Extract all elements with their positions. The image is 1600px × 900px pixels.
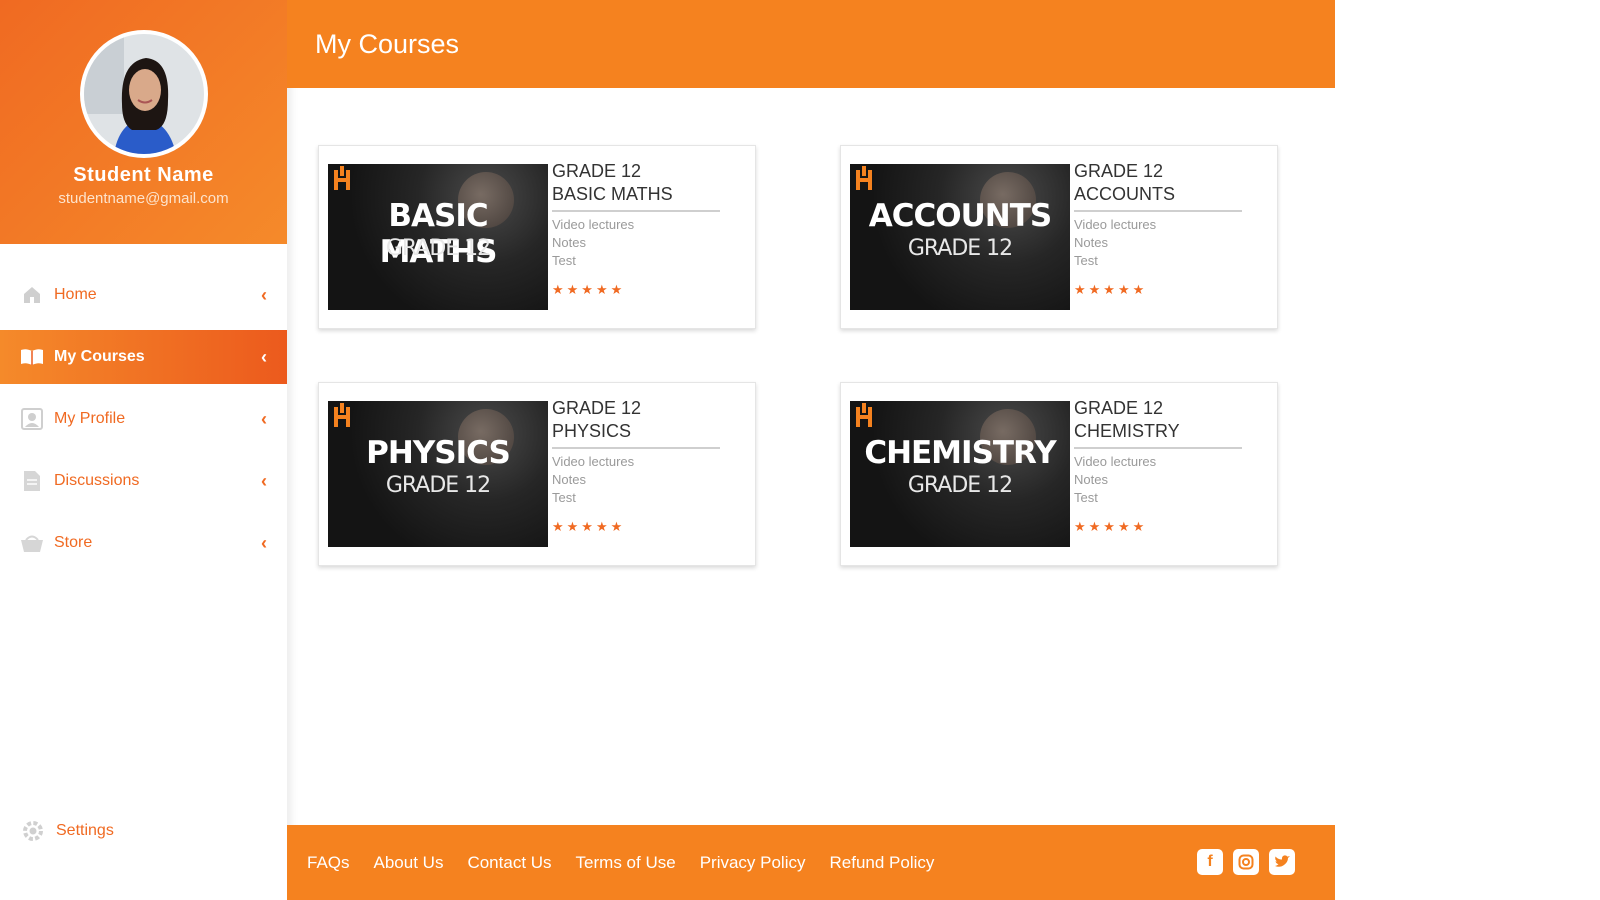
thumbnail-title: ACCOUNTS [868,198,1052,234]
course-feature: Test [1074,253,1098,268]
facebook-icon[interactable]: f [1197,849,1223,875]
thumbnail-title: CHEMISTRY [864,435,1056,471]
course-feature: Video lectures [1074,454,1157,469]
course-info: GRADE 12 ACCOUNTS Video lectures Notes T… [1074,160,1242,298]
course-feature: Test [552,490,576,505]
course-card-accounts[interactable]: ACCOUNTS GRADE 12 GRADE 12 ACCOUNTS Vide… [840,145,1278,329]
course-feature: Notes [1074,472,1108,487]
sidebar-item-my-courses[interactable]: My Courses ‹ [0,330,287,384]
footer-links: FAQs About Us Contact Us Terms of Use Pr… [307,853,958,873]
document-icon [20,470,44,492]
home-icon [20,284,44,306]
star-rating: ★★★★★ [552,519,626,534]
course-thumbnail[interactable]: PHYSICS GRADE 12 [328,401,548,547]
sidebar-item-label: My Courses [54,348,145,365]
chevron-left-icon: ‹ [261,470,267,491]
thumbnail-grade: GRADE 12 [907,236,1013,261]
sidebar-item-my-profile[interactable]: My Profile ‹ [0,392,287,446]
gear-icon [20,818,46,844]
course-info: GRADE 12 PHYSICS Video lectures Notes Te… [552,397,720,535]
divider [1074,210,1242,212]
course-feature: Video lectures [1074,217,1157,232]
course-thumbnail[interactable]: CHEMISTRY GRADE 12 [850,401,1070,547]
social-links: f [1187,849,1295,875]
student-name: Student Name [73,164,214,186]
sidebar-item-store[interactable]: Store ‹ [0,516,287,570]
sidebar-item-label: My Profile [54,410,126,427]
sidebar-item-label: Discussions [54,472,140,489]
twitter-icon[interactable] [1269,849,1295,875]
star-rating: ★★★★★ [1074,519,1148,534]
basket-icon [20,532,44,554]
sidebar-item-label: Home [54,286,97,303]
course-card-basic-maths[interactable]: BASIC MATHS GRADE 12 GRADE 12 BASIC MATH… [318,145,756,329]
brand-logo-icon [334,166,350,190]
book-icon [20,346,44,368]
settings-link[interactable]: Settings [20,818,114,844]
course-thumbnail[interactable]: ACCOUNTS GRADE 12 [850,164,1070,310]
avatar-photo [83,34,204,154]
course-info: GRADE 12 BASIC MATHS Video lectures Note… [552,160,720,298]
chevron-left-icon: ‹ [261,408,267,429]
course-name[interactable]: BASIC MATHS [552,183,720,206]
course-grade: GRADE 12 [552,398,642,418]
footer-link-refund-policy[interactable]: Refund Policy [830,853,935,873]
star-rating: ★★★★★ [552,282,626,297]
course-grade: GRADE 12 [1074,161,1164,181]
divider [552,210,720,212]
course-name[interactable]: ACCOUNTS [1074,183,1242,206]
course-card-chemistry[interactable]: CHEMISTRY GRADE 12 GRADE 12 CHEMISTRY Vi… [840,382,1278,566]
course-feature: Video lectures [552,217,635,232]
brand-logo-icon [334,403,350,427]
star-rating: ★★★★★ [1074,282,1148,297]
footer-link-faqs[interactable]: FAQs [307,853,350,873]
sidebar-item-discussions[interactable]: Discussions ‹ [0,454,287,508]
sidebar-nav: Home ‹ My Courses ‹ My Profile ‹ Discuss… [0,268,287,570]
course-card-physics[interactable]: PHYSICS GRADE 12 GRADE 12 PHYSICS Video … [318,382,756,566]
thumbnail-grade: GRADE 12 [385,236,491,261]
thumbnail-grade: GRADE 12 [385,473,491,498]
profile-panel: Student Name studentname@gmail.com [0,0,287,244]
sidebar: Student Name studentname@gmail.com Home … [0,0,287,900]
footer-link-terms-of-use[interactable]: Terms of Use [576,853,676,873]
sidebar-item-home[interactable]: Home ‹ [0,268,287,322]
footer-link-about-us[interactable]: About Us [374,853,444,873]
course-name[interactable]: CHEMISTRY [1074,420,1242,443]
courses-grid: BASIC MATHS GRADE 12 GRADE 12 BASIC MATH… [287,88,1335,825]
course-grade: GRADE 12 [552,161,642,181]
divider [1074,447,1242,449]
instagram-icon[interactable] [1233,849,1259,875]
page-footer: FAQs About Us Contact Us Terms of Use Pr… [287,825,1335,900]
course-thumbnail[interactable]: BASIC MATHS GRADE 12 [328,164,548,310]
course-feature: Video lectures [552,454,635,469]
settings-label: Settings [56,822,114,839]
chevron-left-icon: ‹ [261,346,267,367]
avatar[interactable] [79,30,208,158]
brand-logo-icon [856,166,872,190]
course-feature: Notes [552,472,586,487]
course-info: GRADE 12 CHEMISTRY Video lectures Notes … [1074,397,1242,535]
brand-logo-icon [856,403,872,427]
course-feature: Notes [1074,235,1108,250]
course-name[interactable]: PHYSICS [552,420,720,443]
course-feature: Notes [552,235,586,250]
profile-icon [20,408,44,430]
footer-link-privacy-policy[interactable]: Privacy Policy [700,853,806,873]
student-email: studentname@gmail.com [58,190,229,207]
divider [552,447,720,449]
chevron-left-icon: ‹ [261,284,267,305]
thumbnail-title: PHYSICS [366,435,511,471]
course-feature: Test [552,253,576,268]
course-feature: Test [1074,490,1098,505]
thumbnail-grade: GRADE 12 [907,473,1013,498]
course-grade: GRADE 12 [1074,398,1164,418]
sidebar-item-label: Store [54,534,93,551]
page-header: My Courses [287,0,1335,88]
page-title: My Courses [315,28,460,59]
chevron-left-icon: ‹ [261,532,267,553]
footer-link-contact-us[interactable]: Contact Us [467,853,551,873]
